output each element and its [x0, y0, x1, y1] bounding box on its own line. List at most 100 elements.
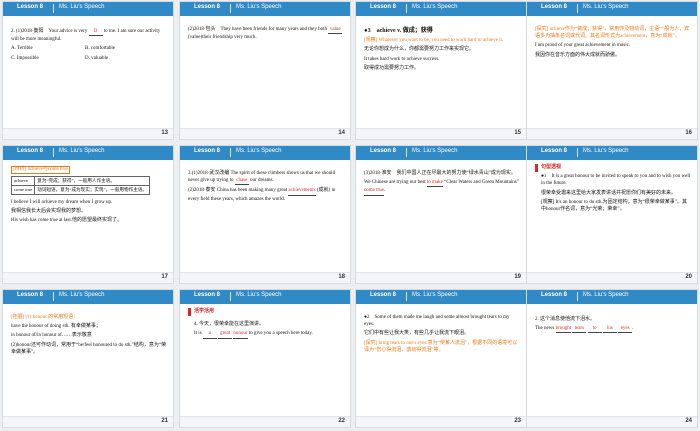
- example-cn: 它们中有些让我大笑，有些几乎让我流下眼泪。: [364, 331, 470, 337]
- phrase-2: in honour of/in honour of……表示敬意: [11, 333, 92, 339]
- question-end: .: [383, 188, 386, 194]
- slide-thumbnail-23[interactable]: Lesson 8 Ms. Liu's Speech ●2 Some of them…: [356, 290, 526, 427]
- option-a: A. Terrible: [11, 46, 33, 52]
- slide-number: 18: [338, 274, 345, 280]
- explanation-text: (2)honour还可作动词，常用于“be/feel honoured to d…: [11, 342, 167, 355]
- lesson-title: Ms. Liu's Speech: [59, 292, 105, 298]
- lesson-label: Lesson 8: [194, 292, 221, 298]
- answer-blank: chase: [234, 177, 249, 186]
- slide-number: 16: [685, 130, 692, 136]
- example-en: ●2 Some of them made me laugh and some a…: [364, 315, 510, 328]
- expansion-heading: [拓展] (1) honour 的常用短语：: [11, 315, 79, 320]
- slide-number: 15: [514, 130, 521, 136]
- lesson-label: Lesson 8: [541, 292, 568, 298]
- slide-number: 24: [685, 418, 692, 424]
- slide-thumbnail-14[interactable]: Lesson 8 Ms. Liu's Speech (2)2018·包头 They…: [180, 2, 350, 139]
- slide-header: Lesson 8 Ms. Liu's Speech: [180, 2, 350, 16]
- section-marker: [188, 308, 191, 316]
- example-cn: 很荣幸受邀来这里给大家发表讲话并祝愿你们有美好的未来。: [541, 190, 677, 196]
- answer-blank-2: achievements: [288, 187, 316, 196]
- lesson-title: Ms. Liu's Speech: [412, 4, 458, 10]
- slide-thumbnail-15[interactable]: Lesson 8 Ms. Liu's Speech ●3 achieve v. 做…: [356, 2, 526, 139]
- exercise-text: It is: [194, 331, 203, 337]
- answer-blank: tears: [572, 325, 587, 334]
- slide-thumbnail-24[interactable]: Lesson 8 Ms. Liu's Speech 2. 这个消息使他流下泪水。 …: [527, 290, 697, 427]
- answer-blank: to make: [426, 179, 443, 188]
- answer-blank: his: [602, 325, 617, 334]
- slide-thumbnail-22[interactable]: Lesson 8 Ms. Liu's Speech 活学活用 4. 今天，很荣幸能…: [180, 290, 350, 427]
- question-text-en-cont: “Clear Waters and Green Mountains”: [442, 180, 519, 186]
- example-en-2: It takes hard work to achieve success.: [364, 56, 440, 62]
- example-cn-2: 取得成功需要努力工作。: [364, 65, 420, 71]
- lesson-label: Lesson 8: [541, 4, 568, 10]
- slide-number: 19: [514, 274, 521, 280]
- slide-header: Lesson 8 Ms. Liu's Speech: [527, 146, 697, 160]
- lesson-title: Ms. Liu's Speech: [236, 148, 282, 154]
- lesson-title: Ms. Liu's Speech: [236, 292, 282, 298]
- answer-blank-2: come true: [364, 187, 384, 196]
- lesson-label: Lesson 8: [370, 292, 397, 298]
- slide-thumbnail-21[interactable]: Lesson 8 Ms. Liu's Speech [拓展] (1) honour…: [3, 290, 173, 427]
- slide-thumbnail-16[interactable]: Lesson 8 Ms. Liu's Speech [探究] achieve作为“…: [527, 2, 697, 139]
- answer-blank: to: [587, 325, 602, 334]
- question-text: (2)2018·包头 They have been friends for ma…: [188, 27, 329, 32]
- answer-blank: honour: [233, 330, 248, 339]
- lesson-title: Ms. Liu's Speech: [583, 4, 629, 10]
- option-d: D. valuable: [85, 55, 109, 61]
- lesson-label: Lesson 8: [370, 148, 397, 154]
- exercise-prompt: 2. 这个消息使他流下泪水。: [535, 317, 596, 322]
- slide-number: 21: [161, 418, 168, 424]
- slide-header: Lesson 8 Ms. Liu's Speech: [527, 2, 697, 16]
- explanation-text: [观察] It's an honour to do sth.为固定结构，意为“很…: [541, 199, 688, 213]
- lesson-label: Lesson 8: [17, 4, 44, 10]
- exercise-text-cont: to give you a speech here today.: [247, 331, 313, 337]
- slide-thumbnail-19[interactable]: Lesson 8 Ms. Liu's Speech (3)2018·淮安 我们中国…: [356, 146, 526, 283]
- answer-blank: brought: [555, 325, 572, 334]
- question-text-en: We Chinese are trying our best: [364, 180, 427, 186]
- slide-grid: Lesson 8 Ms. Liu's Speech 2. (1)2018·衡阳 Y…: [0, 0, 700, 431]
- answer-blank: great: [218, 330, 233, 339]
- example-cn: 无论你想成为什么，你都需要努力工作来实现它。: [364, 47, 475, 53]
- lesson-title: Ms. Liu's Speech: [59, 4, 105, 10]
- question-text-cont: our dreams.: [248, 178, 274, 184]
- section-marker: [535, 164, 538, 172]
- slide-thumbnail-20[interactable]: Lesson 8 Ms. Liu's Speech 句型透视 ●1 It is a…: [527, 146, 697, 283]
- explanation-text: [探究] achieve作为“做成；获得”，常用作及物动词，主语一般为人，宾语多…: [535, 27, 690, 40]
- phrase-1: have the honour of doing sth. 有幸做某事；: [11, 324, 101, 330]
- question-text: (3)2018·淮安 我们中国人正在尽最大的努力使“绿水青山”成为现实。: [364, 171, 516, 176]
- lesson-title: Ms. Liu's Speech: [583, 148, 629, 154]
- option-b: B. comfortable: [85, 46, 115, 52]
- exercise-text: The news: [535, 326, 556, 332]
- answer-blank: value: [328, 26, 343, 35]
- lesson-title: Ms. Liu's Speech: [412, 148, 458, 154]
- lesson-title: Ms. Liu's Speech: [412, 292, 458, 298]
- slide-number: 22: [338, 418, 345, 424]
- lesson-title: Ms. Liu's Speech: [236, 4, 282, 10]
- lesson-label: Lesson 8: [370, 4, 397, 10]
- question-text: 2. (1)2018·衡阳 Your advice is very: [11, 29, 89, 34]
- option-c: C. Impossible: [11, 55, 39, 61]
- slide-header: Lesson 8 Ms. Liu's Speech: [356, 290, 526, 304]
- slide-header: Lesson 8 Ms. Liu's Speech: [356, 146, 526, 160]
- lesson-label: Lesson 8: [194, 148, 221, 154]
- example-en: ●1 It is a great honour to be invited to…: [541, 174, 691, 187]
- slide-number: 13: [161, 130, 168, 136]
- example-en: [观察] Whatever you want to be, you need t…: [364, 38, 504, 44]
- slide-header: Lesson 8 Ms. Liu's Speech: [3, 2, 173, 16]
- slide-header: Lesson 8 Ms. Liu's Speech: [356, 2, 526, 16]
- table-cell: 动词短语，意为“成为现实；实现”，一般用物作主语。: [34, 185, 150, 195]
- exercise-prompt: 4. 今天，很荣幸能在这里演讲。: [194, 322, 265, 328]
- section-tag: 句型透视: [541, 165, 562, 170]
- answer-blank: D: [88, 28, 103, 37]
- vocab-heading: ●3 achieve v. 做成；获得: [364, 28, 433, 34]
- slide-header: Lesson 8 Ms. Liu's Speech: [180, 290, 350, 304]
- slide-header: Lesson 8 Ms. Liu's Speech: [3, 146, 173, 160]
- lesson-label: Lesson 8: [541, 148, 568, 154]
- slide-thumbnail-13[interactable]: Lesson 8 Ms. Liu's Speech 2. (1)2018·衡阳 Y…: [3, 2, 173, 139]
- lesson-title: Ms. Liu's Speech: [583, 292, 629, 298]
- answer-blank: a: [202, 330, 217, 339]
- slide-thumbnail-17[interactable]: Lesson 8 Ms. Liu's Speech [辨析] achieve与co…: [3, 146, 173, 283]
- table-cell: 意为“完成；获得”，一般用人作主语。: [34, 176, 150, 186]
- comparison-table: achieve 意为“完成；获得”，一般用人作主语。 come true 动词短语，…: [10, 176, 150, 195]
- slide-thumbnail-18[interactable]: Lesson 8 Ms. Liu's Speech 3.(1)2018·武汉改编 …: [180, 146, 350, 283]
